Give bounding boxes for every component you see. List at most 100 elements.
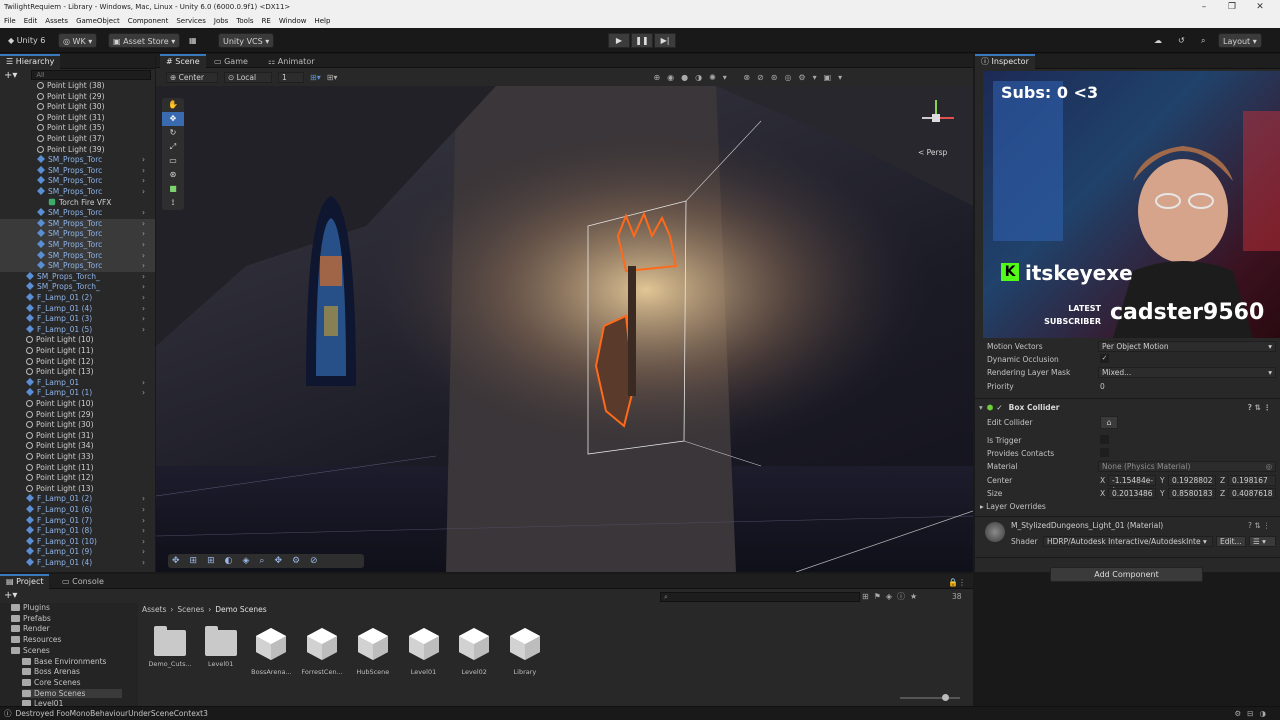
prefab-open-arrow-icon[interactable]: › [142, 293, 145, 304]
size-y-field[interactable]: 0.8580183 [1168, 488, 1216, 499]
hand-tool-icon[interactable]: ✋ [162, 98, 184, 112]
tab-console[interactable]: ▭ Console [56, 574, 110, 589]
layout-dropdown[interactable]: Layout ▾ [1218, 33, 1262, 48]
menu-help[interactable]: Help [310, 17, 334, 25]
unity-account-button[interactable]: ◆ Unity 6 [4, 33, 49, 48]
edit-collider-button[interactable]: ⌂ [1100, 416, 1118, 429]
hierarchy-item[interactable]: SM_Props_Torc › [0, 229, 155, 240]
prefab-open-arrow-icon[interactable]: › [142, 314, 145, 325]
hierarchy-item[interactable]: SM_Props_Torc › [0, 187, 155, 198]
prefab-open-arrow-icon[interactable]: › [142, 261, 145, 272]
shader-edit-button[interactable]: Edit... [1216, 536, 1246, 547]
panel-lock-icon[interactable]: 🔒⋮ [948, 578, 966, 587]
menu-services[interactable]: Services [172, 17, 210, 25]
menu-file[interactable]: File [0, 17, 20, 25]
rendering-layer-mask-dropdown[interactable]: Mixed... ▾ [1098, 367, 1276, 378]
hierarchy-item[interactable]: Point Light (10) [0, 335, 155, 346]
play-button[interactable]: ▶ [608, 33, 630, 48]
hierarchy-item[interactable]: F_Lamp_01 (2) › [0, 293, 155, 304]
folder-tree-item[interactable]: Render [11, 624, 50, 633]
add-component-button[interactable]: Add Component [1050, 567, 1203, 582]
hierarchy-item[interactable]: SM_Props_Torc › [0, 166, 155, 177]
folder-tree-item[interactable]: Base Environments [22, 657, 106, 666]
zoom-slider-track[interactable] [900, 697, 960, 699]
asset-store-button[interactable]: ▣ Asset Store ▾ [108, 33, 181, 48]
hierarchy-item[interactable]: Point Light (11) [0, 463, 155, 474]
rotate-tool-icon[interactable]: ↻ [162, 126, 184, 140]
probe-tool-icon[interactable]: ⟟ [162, 196, 184, 210]
grid-icon[interactable]: ⊞▾ [310, 73, 321, 82]
step-button[interactable]: ▶| [654, 33, 676, 48]
hierarchy-item[interactable]: F_Lamp_01 (9) › [0, 547, 155, 558]
hierarchy-item[interactable]: Point Light (13) [0, 367, 155, 378]
asset-scene[interactable]: ForrestCen... [298, 626, 346, 676]
maximize-button[interactable]: ❐ [1218, 0, 1246, 14]
hierarchy-item[interactable]: SM_Props_Torc › [0, 218, 155, 230]
menu-component[interactable]: Component [124, 17, 173, 25]
hierarchy-item[interactable]: F_Lamp_01 (8) › [0, 526, 155, 537]
prefab-open-arrow-icon[interactable]: › [142, 229, 145, 240]
prefab-open-arrow-icon[interactable]: › [142, 378, 145, 389]
hierarchy-item[interactable]: SM_Props_Torc › [0, 250, 155, 262]
shader-options-button[interactable]: ☰ ▾ [1249, 536, 1276, 547]
pause-button[interactable]: ❚❚ [631, 33, 653, 48]
hierarchy-item[interactable]: SM_Props_Torc › [0, 155, 155, 166]
hierarchy-item[interactable]: Torch Fire VFX [0, 198, 155, 209]
create-asset-icon[interactable]: +▾ [4, 590, 17, 601]
prefab-open-arrow-icon[interactable]: › [142, 272, 145, 283]
prefab-open-arrow-icon[interactable]: › [142, 537, 145, 548]
center-x-field[interactable]: -1.15484e-( [1108, 475, 1156, 495]
size-z-field[interactable]: 0.4087618 [1228, 488, 1276, 499]
hierarchy-item[interactable]: Point Light (34) [0, 441, 155, 452]
foldout-arrow-icon[interactable]: ▾ [979, 403, 983, 412]
prefab-open-arrow-icon[interactable]: › [142, 505, 145, 516]
hierarchy-item[interactable]: Point Light (11) [0, 346, 155, 357]
menu-edit[interactable]: Edit [20, 17, 42, 25]
hierarchy-item[interactable]: Point Light (38) [0, 81, 155, 92]
scene-overlay-toolbar[interactable]: ✥⊞⊞◐◈⌕✥⚙⊘ [168, 554, 364, 568]
search-icon[interactable]: ⌕ [1197, 33, 1209, 48]
menu-assets[interactable]: Assets [41, 17, 72, 25]
asset-folder[interactable]: Demo_Cuts... [146, 626, 194, 668]
close-button[interactable]: ✕ [1246, 0, 1274, 14]
tab-scene[interactable]: # Scene [160, 54, 206, 69]
prefab-open-arrow-icon[interactable]: › [142, 208, 145, 219]
folder-tree-item[interactable]: Core Scenes [22, 678, 81, 687]
tab-inspector[interactable]: ⓘ Inspector [975, 54, 1035, 69]
zoom-slider-handle[interactable] [942, 694, 949, 701]
asset-folder[interactable]: Level01 [197, 626, 245, 668]
asset-scene[interactable]: BossArena... [247, 626, 295, 676]
tab-animator[interactable]: ⚏ Animator [262, 54, 321, 69]
folder-tree-item[interactable]: Plugins [11, 603, 50, 612]
hierarchy-item[interactable]: Point Light (12) [0, 357, 155, 368]
hierarchy-item[interactable]: Point Light (30) [0, 420, 155, 431]
breadcrumb-demo-scenes[interactable]: Demo Scenes [215, 605, 266, 614]
prefab-open-arrow-icon[interactable]: › [142, 282, 145, 293]
prefab-open-arrow-icon[interactable]: › [142, 516, 145, 527]
prefab-open-arrow-icon[interactable]: › [142, 526, 145, 537]
vcs-dropdown[interactable]: Unity VCS ▾ [218, 33, 275, 48]
hierarchy-item[interactable]: Point Light (12) [0, 473, 155, 484]
scene-view[interactable]: ✋ ✥ ↻ ⤢ ▭ ⊛ ■ ⟟ < Persp ✥⊞⊞◐◈⌕✥⚙⊘ [156, 86, 973, 572]
folder-tree-item[interactable]: Prefabs [11, 614, 51, 623]
hierarchy-item[interactable]: Point Light (30) [0, 102, 155, 113]
prefab-open-arrow-icon[interactable]: › [142, 325, 145, 336]
hierarchy-item[interactable]: SM_Props_Torch_ › [0, 272, 155, 283]
prefab-open-arrow-icon[interactable]: › [142, 176, 145, 187]
hierarchy-item[interactable]: F_Lamp_01 (2) › [0, 494, 155, 505]
breadcrumb-scenes[interactable]: Scenes [177, 605, 204, 614]
status-icons[interactable]: ⚙⊟◑ [1234, 709, 1272, 718]
menu-tools[interactable]: Tools [232, 17, 257, 25]
minimize-button[interactable]: – [1190, 0, 1218, 14]
hierarchy-item[interactable]: Point Light (31) [0, 431, 155, 442]
prefab-open-arrow-icon[interactable]: › [142, 219, 145, 230]
hierarchy-item[interactable]: SM_Props_Torc › [0, 176, 155, 187]
package-icon[interactable]: ▦ [185, 33, 201, 48]
hierarchy-item[interactable]: F_Lamp_01 › [0, 378, 155, 389]
hierarchy-item[interactable]: F_Lamp_01 (6) › [0, 505, 155, 516]
snap-icon[interactable]: ⊞▾ [327, 73, 338, 82]
status-message[interactable]: Destroyed FooMonoBehaviourUnderSceneCont… [16, 709, 208, 718]
rect-tool-icon[interactable]: ▭ [162, 154, 184, 168]
hierarchy-item[interactable]: Point Light (29) [0, 92, 155, 103]
space-dropdown[interactable]: ⊙ Local [224, 71, 272, 83]
